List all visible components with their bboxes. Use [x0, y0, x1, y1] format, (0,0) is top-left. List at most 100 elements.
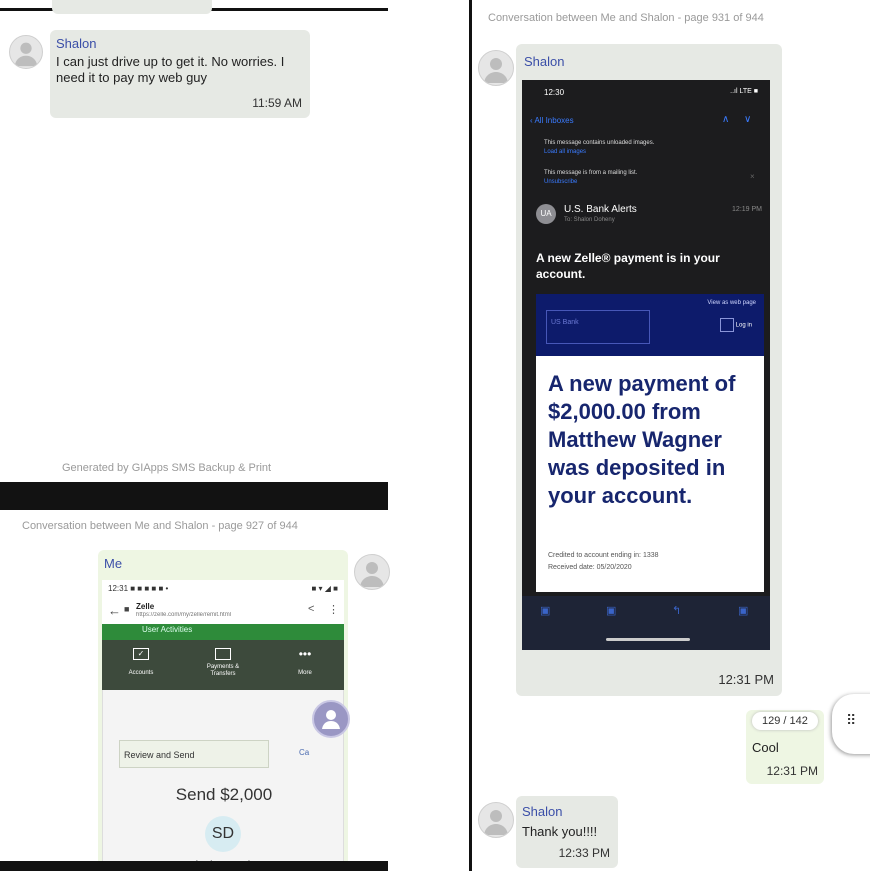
transfer-icon: [215, 648, 231, 660]
review-label: Review and Send: [124, 750, 195, 760]
email-from: U.S. Bank Alerts: [564, 204, 637, 215]
message-time: 11:59 AM: [252, 96, 302, 110]
down-chevron-icon[interactable]: ∨: [744, 114, 751, 125]
image-message-bubble[interactable]: Shalon 12:30 ..ıl LTE ■ ‹ All Inboxes ∧ …: [516, 44, 782, 696]
credited-account: Credited to account ending in: 1338: [548, 552, 659, 559]
page-bottom-rule: [0, 861, 388, 871]
share-icon[interactable]: <: [308, 603, 314, 615]
left-bottom-page: Conversation between Me and Shalon - pag…: [0, 510, 390, 871]
back-label[interactable]: All Inboxes: [534, 116, 573, 125]
view-web-link[interactable]: View as web page: [707, 300, 756, 306]
status-right: ■ ▾ ◢ ■: [311, 584, 339, 593]
top-tab-label[interactable]: User Activities: [142, 625, 192, 634]
status-left: 12:31 ■ ■ ■ ■ ■ •: [108, 584, 169, 593]
nav-payments[interactable]: Payments & Transfers: [198, 648, 248, 678]
compose-icon[interactable]: ▣: [738, 604, 748, 617]
my-avatar: [354, 554, 390, 590]
back-arrow-icon[interactable]: ←: [108, 603, 121, 618]
up-chevron-icon[interactable]: ∧: [722, 114, 729, 125]
sender-name: Me: [104, 556, 123, 571]
my-message-bubble[interactable]: Me 12:31 ■ ■ ■ ■ ■ • ■ ▾ ◢ ■ ← ■ Zelle h…: [98, 550, 348, 871]
message-text: I can just drive up to get it. No worrie…: [56, 54, 285, 85]
close-icon[interactable]: ×: [750, 172, 755, 181]
status-bar: 12:31 ■ ■ ■ ■ ■ • ■ ▾ ◢ ■: [102, 580, 344, 598]
grid-icon: ⠿: [846, 712, 856, 728]
deposit-headline: A new payment of $2,000.00 from Matthew …: [548, 371, 736, 508]
sender-name: Shalon: [522, 804, 563, 819]
person-icon: [322, 710, 340, 729]
load-images-link[interactable]: Load all images: [544, 149, 586, 155]
contact-avatar: [478, 50, 514, 86]
menu-icon[interactable]: ⋮: [328, 603, 339, 616]
mail-nav: ‹ All Inboxes: [530, 116, 574, 125]
review-section: Review and Send Ca Send $2,000 SD to Sha…: [102, 690, 344, 871]
email-screenshot[interactable]: 12:30 ..ıl LTE ■ ‹ All Inboxes ∧ ∨ This …: [522, 80, 770, 650]
person-icon: [484, 58, 508, 83]
bank-brand: US Bank: [551, 319, 579, 326]
page-footer: Generated by GIApps SMS Backup & Print: [62, 462, 272, 474]
floating-contact-button[interactable]: [312, 700, 350, 738]
sender-avatar: UA: [536, 204, 556, 224]
notice-mailing-list: This message is from a mailing list.: [544, 170, 638, 176]
site-title: Zelle: [136, 602, 155, 611]
more-icon: •••: [298, 647, 312, 661]
person-icon: [14, 42, 38, 67]
person-icon: [484, 810, 508, 835]
site-url: https://zelle.com/my/zelle/remit.html: [136, 612, 232, 618]
folder-icon[interactable]: ▣: [606, 604, 616, 617]
page-header: Conversation between Me and Shalon - pag…: [22, 520, 298, 532]
sender-name: Shalon: [56, 36, 97, 51]
nav-accounts[interactable]: ✓ Accounts: [116, 648, 166, 676]
bank-banner: View as web page US Bank Log in: [536, 294, 764, 356]
message-bubble[interactable]: Shalon Thank you!!!! 12:33 PM: [516, 796, 618, 868]
nav-label: More: [298, 670, 312, 676]
left-top-page: Shalon I can just drive up to get it. No…: [0, 0, 388, 482]
page-separator: [0, 482, 388, 510]
trash-icon[interactable]: ▣: [540, 604, 550, 617]
review-and-send-bar[interactable]: Review and Send: [119, 740, 269, 768]
mail-toolbar: ▣ ▣ ↰ ▣: [522, 596, 770, 650]
person-icon: [360, 562, 384, 587]
message-time: 12:33 PM: [558, 846, 610, 860]
grid-handle-button[interactable]: ⠿: [832, 694, 870, 754]
unsubscribe-link[interactable]: Unsubscribe: [544, 179, 577, 185]
page-counter-top: 129 / 142: [752, 712, 818, 730]
review-right-text[interactable]: Ca: [299, 748, 309, 757]
nav-label: Payments & Transfers: [206, 664, 240, 677]
recipient-initials: SD: [205, 816, 241, 852]
lock-icon: ■: [124, 604, 130, 614]
reply-icon[interactable]: ↰: [672, 604, 681, 617]
browser-bar: ← ■ Zelle https://zelle.com/my/zelle/rem…: [102, 598, 344, 625]
zelle-screenshot[interactable]: 12:31 ■ ■ ■ ■ ■ • ■ ▾ ◢ ■ ← ■ Zelle http…: [102, 580, 344, 871]
notice-images: This message contains unloaded images.: [544, 140, 655, 146]
message-text: Thank you!!!!: [522, 824, 598, 839]
contact-avatar: [9, 35, 43, 69]
login-label: Log in: [735, 322, 752, 329]
sender-name: Shalon: [524, 54, 565, 69]
bank-logo: US Bank: [546, 310, 650, 344]
prev-bubble-edge: [52, 0, 212, 14]
right-page: Conversation between Me and Shalon - pag…: [472, 0, 870, 871]
login-button[interactable]: Log in: [719, 318, 752, 332]
home-indicator: [606, 638, 690, 641]
zelle-green-bar: User Activities: [102, 624, 344, 640]
message-text: Cool: [752, 740, 779, 755]
nav-label: Accounts: [128, 670, 154, 676]
page-header: Conversation between Me and Shalon - pag…: [488, 12, 764, 24]
message-bubble[interactable]: Shalon I can just drive up to get it. No…: [50, 30, 310, 118]
received-date: Received date: 05/20/2020: [548, 564, 632, 571]
login-box-icon: [719, 318, 734, 332]
phone-time: 12:30: [544, 88, 565, 97]
nav-more[interactable]: ••• More: [280, 648, 330, 676]
email-to: To: Shalon Doheny: [564, 217, 615, 223]
zelle-nav: ✓ Accounts Payments & Transfers ••• More: [102, 640, 344, 690]
deposit-card: A new payment of $2,000.00 from Matthew …: [536, 356, 764, 592]
page-counter-label: 129 / 142: [752, 712, 818, 730]
email-time: 12:19 PM: [732, 206, 762, 213]
contact-avatar: [478, 802, 514, 838]
check-icon: ✓: [133, 648, 149, 660]
send-amount: Send $2,000: [175, 785, 273, 804]
message-time: 12:31 PM: [718, 672, 774, 687]
phone-status: ..ıl LTE ■: [730, 88, 758, 95]
email-subject: A new Zelle® payment is in your account.: [536, 251, 720, 281]
